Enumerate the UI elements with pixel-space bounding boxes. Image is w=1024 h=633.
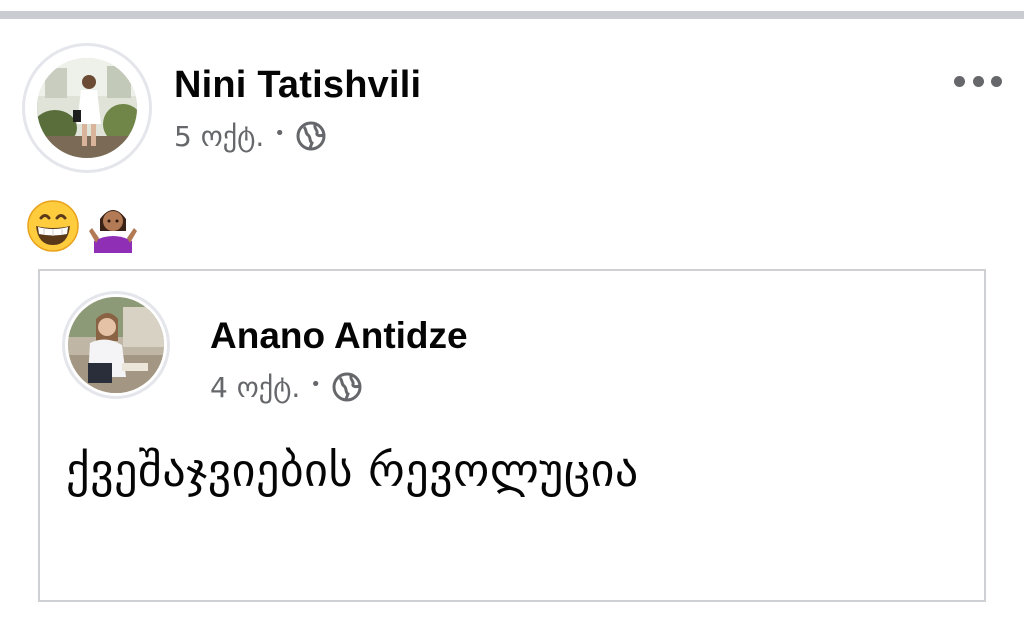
- post-text: [26, 198, 140, 254]
- more-options-dot: [972, 75, 984, 87]
- post-date[interactable]: 5 ოქტ.: [174, 120, 264, 153]
- meta-separator: •: [310, 374, 321, 395]
- top-divider: [0, 11, 1024, 19]
- shared-author-avatar[interactable]: [62, 291, 170, 399]
- shared-author-avatar-image: [68, 297, 164, 393]
- author-avatar[interactable]: [22, 43, 152, 173]
- more-options-icon: [954, 75, 965, 87]
- person-shrugging-emoji: [89, 210, 137, 253]
- facebook-post: Nini Tatishvili 5 ოქტ. • Anano Antidze 4…: [0, 19, 1024, 633]
- shared-post-text: ქვეშაჯვიების რევოლუცია: [66, 443, 639, 497]
- shared-post-meta: 4 ოქტ. •: [210, 369, 363, 405]
- more-options-button[interactable]: [950, 66, 1006, 96]
- globe-icon[interactable]: [295, 120, 327, 152]
- shared-post-date[interactable]: 4 ოქტ.: [210, 371, 300, 404]
- post-author-name[interactable]: Nini Tatishvili: [174, 64, 421, 107]
- globe-icon[interactable]: [331, 371, 363, 403]
- shared-post-card[interactable]: Anano Antidze 4 ოქტ. • ქვეშაჯვიების რევო…: [38, 269, 986, 602]
- post-meta: 5 ოქტ. •: [174, 118, 327, 154]
- more-options-dot: [991, 75, 1002, 87]
- author-avatar-image: [37, 58, 137, 158]
- meta-separator: •: [274, 123, 285, 144]
- shared-post-author-name[interactable]: Anano Antidze: [210, 315, 468, 357]
- grinning-face-emoji: [27, 200, 79, 252]
